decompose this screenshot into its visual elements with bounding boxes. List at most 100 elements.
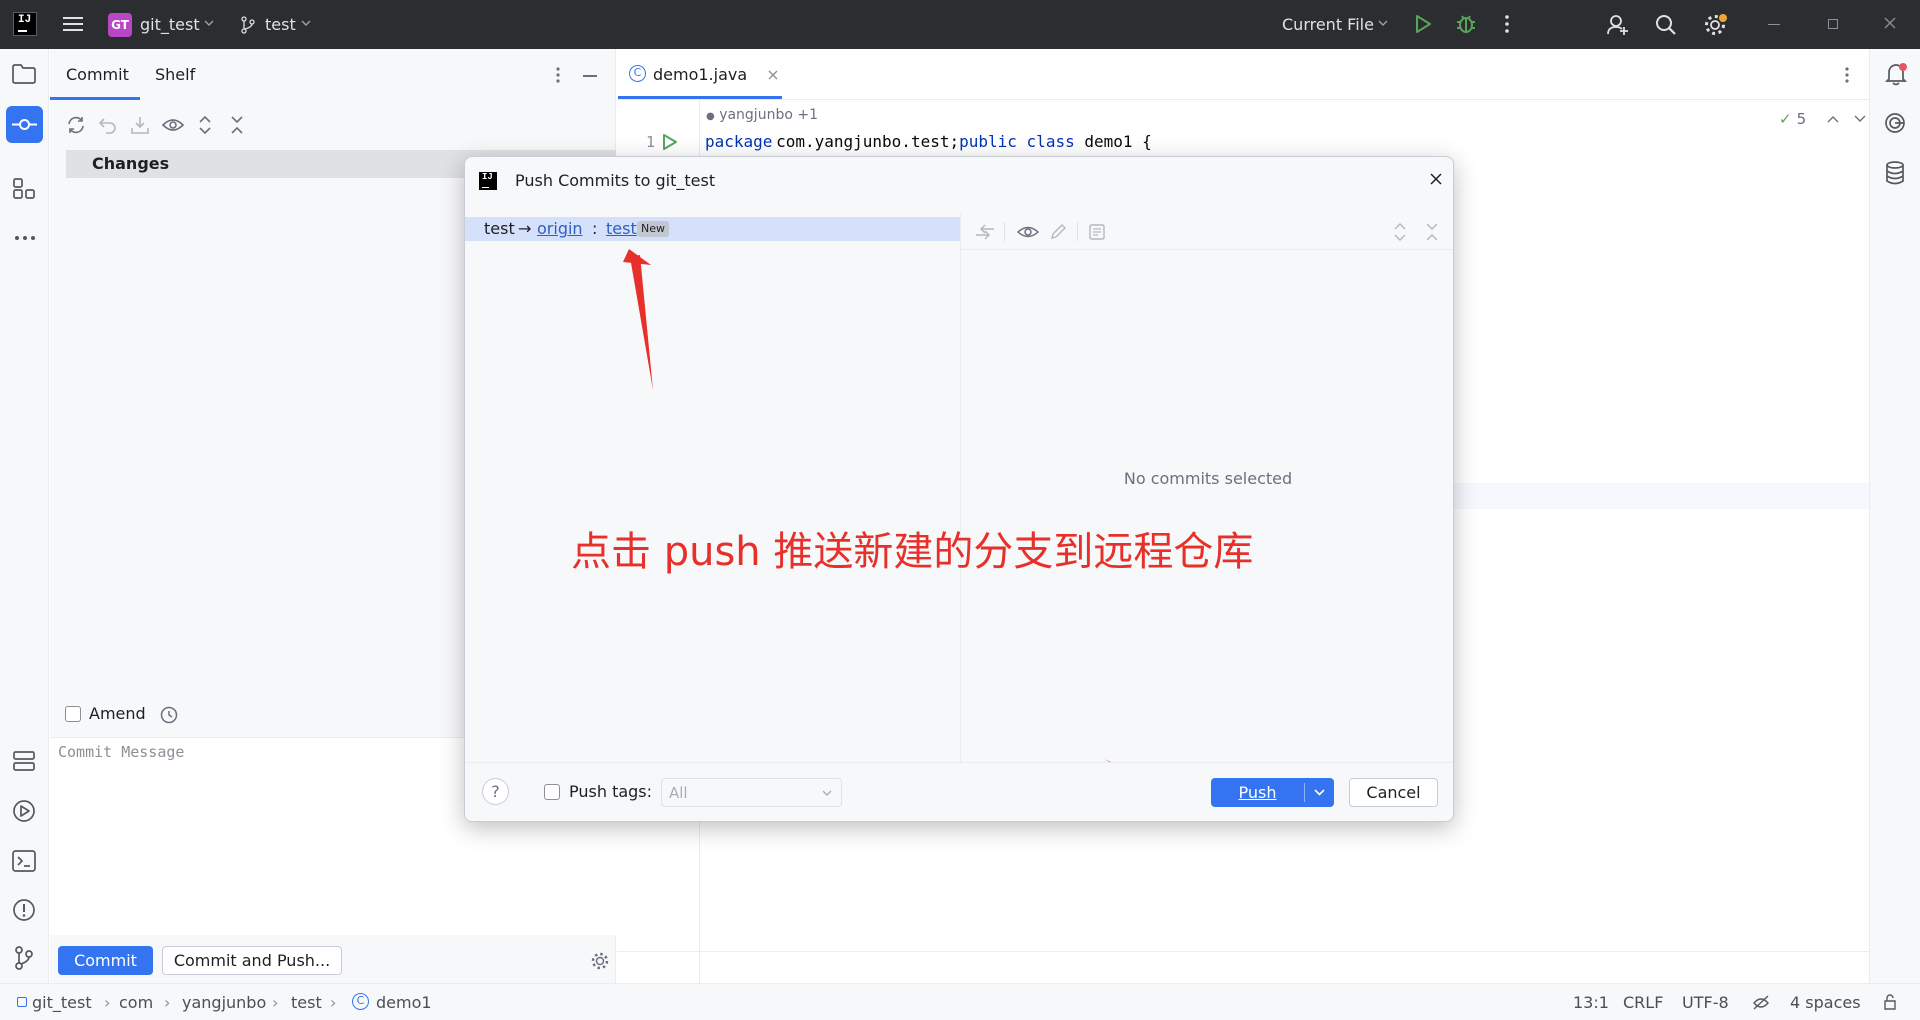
chevron-down-icon: [822, 790, 832, 798]
show-diff-eye-icon[interactable]: [161, 115, 185, 135]
project-name: git_test: [140, 15, 200, 34]
previous-highlight-icon[interactable]: [1827, 115, 1839, 123]
chevron-down-icon: [1378, 19, 1388, 27]
rollback-icon: [98, 115, 118, 135]
debug-icon[interactable]: [1455, 13, 1477, 35]
annotation-arrow-right: [1104, 759, 1179, 788]
tab-commit-underline: [50, 97, 140, 100]
problems-icon[interactable]: [12, 898, 36, 922]
notifications-bell-icon[interactable]: [1884, 62, 1908, 86]
editor-tab-demo1[interactable]: C demo1.java: [629, 63, 779, 89]
code-with-me-icon[interactable]: [1606, 13, 1630, 37]
amend-checkbox[interactable]: [65, 706, 81, 722]
branch-widget[interactable]: test: [240, 12, 320, 38]
dialog-footer: ? Push tags: All Push Cancel: [465, 762, 1453, 821]
git-icon[interactable]: [14, 946, 34, 970]
project-widget[interactable]: GT git_test: [108, 12, 218, 38]
minimize-icon[interactable]: [1768, 24, 1780, 25]
branch-icon: [240, 16, 256, 34]
current-line-highlight: [1454, 483, 1869, 509]
tab-commit[interactable]: Commit: [66, 65, 129, 84]
ai-assistant-icon[interactable]: [1884, 112, 1906, 134]
commit-icon[interactable]: [6, 106, 43, 143]
amend-label[interactable]: Amend: [89, 704, 146, 723]
inspection-widget[interactable]: ✓ 5: [1779, 109, 1806, 128]
refresh-icon[interactable]: [66, 115, 86, 135]
status-bar: git_test › com › yangjunbo › test › C de…: [0, 983, 1920, 1020]
left-tool-strip: [0, 49, 49, 983]
class-c-icon: C: [629, 65, 646, 82]
services-icon[interactable]: [13, 750, 35, 772]
breadcrumb-separator: ›: [104, 993, 111, 1012]
tab-shelf[interactable]: Shelf: [155, 65, 195, 84]
push-tags-checkbox[interactable]: [544, 784, 560, 800]
restore-icon[interactable]: [1828, 19, 1838, 29]
push-commits-dialog: IJ Push Commits to git_test test → origi…: [464, 156, 1454, 822]
push-button[interactable]: Push: [1211, 778, 1304, 807]
search-icon[interactable]: [1655, 14, 1677, 36]
breadcrumb-yangjunbo[interactable]: yangjunbo: [182, 993, 266, 1012]
breadcrumb-separator: ›: [330, 993, 337, 1012]
help-button[interactable]: ?: [482, 778, 509, 805]
settings-gear-icon[interactable]: [1704, 13, 1728, 37]
run-icon[interactable]: [1414, 14, 1432, 34]
close-window-icon[interactable]: [1884, 17, 1896, 29]
project-icon[interactable]: [12, 64, 36, 84]
database-icon[interactable]: [1885, 161, 1905, 185]
terminal-icon[interactable]: [12, 850, 36, 872]
breadcrumb-com[interactable]: com: [119, 993, 153, 1012]
next-highlight-icon[interactable]: [1854, 115, 1866, 123]
commit-button[interactable]: Commit: [58, 946, 153, 975]
cancel-button[interactable]: Cancel: [1349, 778, 1438, 807]
title-bar: IJ GT git_test test Current File: [0, 0, 1920, 49]
more-tools-icon[interactable]: [14, 235, 36, 241]
structure-icon[interactable]: [13, 178, 35, 200]
commit-and-push-button[interactable]: Commit and Push...: [162, 946, 342, 975]
push-options-chevron-icon[interactable]: [1314, 789, 1325, 797]
tags-select: All: [661, 778, 842, 807]
expand-all-icon[interactable]: [198, 115, 212, 135]
right-tool-strip: [1869, 49, 1920, 983]
readonly-toggle-icon[interactable]: [1752, 993, 1770, 1011]
update-icon: [130, 115, 150, 135]
lock-icon[interactable]: [1882, 993, 1898, 1011]
close-tab-icon[interactable]: [768, 70, 778, 80]
push-button-group: Push: [1211, 778, 1334, 807]
project-badge: GT: [108, 13, 132, 37]
history-clock-icon[interactable]: [160, 706, 178, 724]
hamburger-menu-icon[interactable]: [63, 16, 83, 33]
line-number: 1: [646, 133, 656, 151]
breadcrumb-demo1[interactable]: demo1: [376, 993, 432, 1012]
push-tags-label[interactable]: Push tags:: [569, 782, 652, 801]
author-hint[interactable]: ● yangjunbo +1: [706, 107, 818, 123]
commit-message-placeholder: Commit Message: [58, 743, 185, 761]
code-line-1[interactable]: package com.yangjunbo.test;public class …: [705, 132, 1152, 151]
app-logo-icon[interactable]: IJ: [13, 12, 37, 36]
user-icon: ●: [706, 111, 715, 122]
editor-bottom-divider: [617, 951, 1869, 952]
line-separator[interactable]: CRLF: [1623, 993, 1663, 1012]
check-icon: ✓: [1779, 110, 1792, 128]
indent-setting[interactable]: 4 spaces: [1790, 993, 1861, 1012]
tab-bar-divider: [617, 99, 1869, 100]
editor-more-icon[interactable]: [1845, 67, 1849, 83]
file-encoding[interactable]: UTF-8: [1682, 993, 1729, 1012]
class-c-icon: C: [352, 993, 369, 1010]
hide-panel-icon[interactable]: [583, 75, 597, 77]
breadcrumb-test[interactable]: test: [291, 993, 322, 1012]
collapse-all-icon[interactable]: [230, 115, 244, 135]
run-config-selector[interactable]: Current File: [1282, 12, 1392, 38]
chevron-down-icon: [301, 19, 311, 27]
breadcrumb-separator: ›: [164, 993, 171, 1012]
changes-label: Changes: [92, 154, 170, 173]
run-gutter-icon[interactable]: [662, 133, 678, 151]
commit-settings-gear-icon[interactable]: [590, 951, 610, 971]
chevron-down-icon: [204, 19, 214, 27]
breadcrumb-separator: ›: [272, 993, 279, 1012]
caret-position[interactable]: 13:1: [1573, 993, 1609, 1012]
run-tool-icon[interactable]: [12, 799, 36, 823]
branch-name: test: [265, 15, 296, 34]
more-actions-icon[interactable]: [1505, 15, 1509, 33]
options-icon[interactable]: [556, 67, 560, 83]
breadcrumb-git-test[interactable]: git_test: [32, 993, 92, 1012]
